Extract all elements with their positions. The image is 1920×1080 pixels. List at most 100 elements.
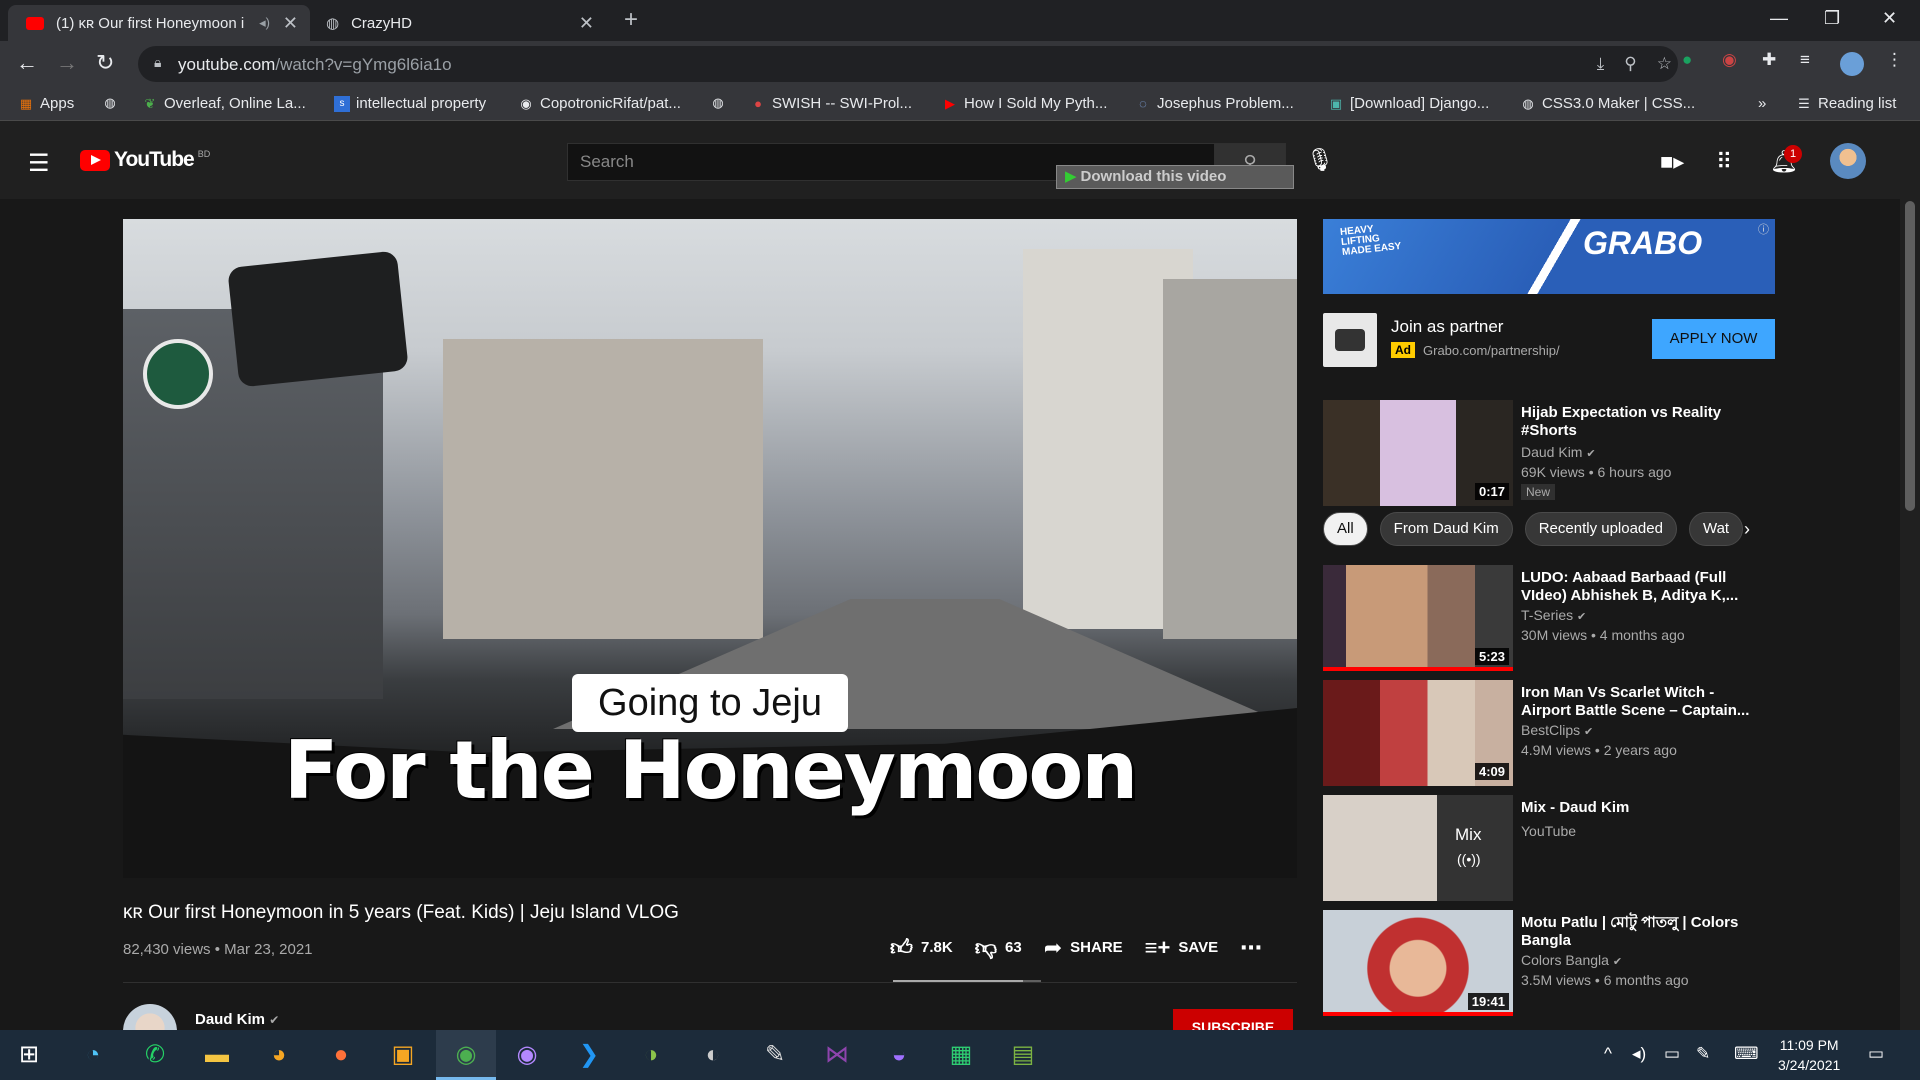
youtube-logo[interactable]: YouTube BD <box>80 148 210 172</box>
bookmark-css[interactable]: ◍ CSS3.0 Maker | CSS... <box>1520 95 1695 112</box>
close-tab-icon[interactable]: ✕ <box>579 13 594 34</box>
app-icon[interactable]: ◕ <box>262 1039 296 1071</box>
video-player[interactable]: Going to Jeju For the Honeymoon <box>123 219 1297 878</box>
media-control-icon[interactable]: ≡ <box>1800 50 1810 70</box>
like-button[interactable]: 👍︎ 7.8K <box>890 934 953 961</box>
dislike-button[interactable]: 👎︎ 63 <box>975 934 1022 961</box>
install-icon[interactable]: ⤓ <box>1597 54 1605 74</box>
tab-crazyhd[interactable]: ◍ CrazyHD ✕ <box>316 5 606 41</box>
create-video-icon[interactable]: ■▸ <box>1660 149 1684 175</box>
bookmark-globe[interactable]: ◍ <box>102 95 118 111</box>
verified-icon: ✔ <box>1584 726 1594 738</box>
bookmark-github[interactable]: ◉ CopotronicRifat/pat... <box>518 95 681 112</box>
firefox-icon[interactable]: ● <box>324 1039 358 1071</box>
zoom-icon[interactable]: ⚲ <box>1624 54 1636 74</box>
recommended-mix[interactable]: Mix ((•)) Mix - Daud Kim YouTube <box>1323 795 1775 901</box>
address-bar[interactable]: 🔒︎ youtube.com/watch?v=gYmg6l6ia1o ⤓ ⚲ ☆ <box>138 46 1678 82</box>
chip-from-channel[interactable]: From Daud Kim <box>1379 512 1513 546</box>
bookmark-globe2[interactable]: ◍ <box>710 95 726 111</box>
extensions-puzzle-icon[interactable]: ✚ <box>1762 50 1776 70</box>
bookmark-django[interactable]: ▣ [Download] Django... <box>1328 95 1489 112</box>
recommended-video[interactable]: 5:23 LUDO: Aabaad Barbaad (Full VIdeo) A… <box>1323 565 1775 671</box>
bookmark-swish[interactable]: ● SWISH -- SWI-Prol... <box>750 95 912 112</box>
ad-info-icon[interactable]: ⓘ <box>1758 221 1769 237</box>
more-actions-button[interactable]: ⋯ <box>1240 935 1262 961</box>
hamburger-menu-icon[interactable]: ☰ <box>28 149 50 178</box>
taskbar-clock[interactable]: 11:09 PM 3/24/2021 <box>1778 1035 1840 1075</box>
keyboard-icon[interactable]: ⌨ <box>1734 1044 1759 1064</box>
recommended-video[interactable]: 4:09 Iron Man Vs Scarlet Witch - Airport… <box>1323 680 1775 786</box>
app-icon[interactable]: ▣ <box>386 1039 420 1071</box>
bookmark-josephus[interactable]: ◌ Josephus Problem... <box>1135 95 1294 112</box>
whatsapp-icon[interactable]: ✆ <box>138 1039 172 1071</box>
ad-card[interactable]: Join as partner Ad Grabo.com/partnership… <box>1323 313 1775 369</box>
app-icon[interactable]: ◑ <box>634 1039 668 1071</box>
rec-views: 4.9M views • 2 years ago <box>1521 742 1677 758</box>
back-icon[interactable]: ← <box>16 50 38 76</box>
apps-grid-icon[interactable]: ⠿ <box>1716 149 1732 175</box>
recommended-video[interactable]: 19:41 Motu Patlu | মোটু পাতলু | Colors B… <box>1323 910 1775 1016</box>
lock-icon[interactable]: 🔒︎ <box>154 54 161 71</box>
url-text[interactable]: youtube.com/watch?v=gYmg6l6ia1o <box>178 55 452 75</box>
ad-thumbnail <box>1323 313 1377 367</box>
bookmark-star-icon[interactable]: ☆ <box>1657 54 1672 74</box>
restore-icon[interactable]: ❐ <box>1824 8 1840 29</box>
file-explorer-icon[interactable]: ▬ <box>200 1039 234 1071</box>
app-icon[interactable]: ▤ <box>1006 1039 1040 1071</box>
doc-icon: s <box>334 95 350 112</box>
messenger-icon[interactable]: ◒ <box>882 1039 916 1071</box>
pycharm-icon[interactable]: ▦ <box>944 1039 978 1071</box>
bookmarks-overflow[interactable]: » <box>1758 95 1766 112</box>
subscribe-button[interactable]: SUBSCRIBE <box>1173 1009 1293 1030</box>
network-icon[interactable]: ▭ <box>1664 1044 1680 1064</box>
audio-icon[interactable]: ◂) <box>259 15 270 31</box>
bookmark-ip[interactable]: s intellectual property <box>334 95 486 112</box>
extension-icon[interactable]: ◉ <box>1722 50 1737 70</box>
pen-icon[interactable]: ✎ <box>1696 1044 1710 1064</box>
bookmark-youtube[interactable]: ▶ How I Sold My Pyth... <box>942 95 1107 112</box>
share-button[interactable]: ➦ SHARE <box>1044 935 1123 961</box>
microphone-icon[interactable]: 🎙︎ <box>1306 147 1334 173</box>
playlist-add-icon: ≡+ <box>1144 934 1171 960</box>
windows-start-icon[interactable]: ⊞ <box>12 1039 46 1071</box>
recommended-video[interactable]: 0:17 Hijab Expectation vs Reality #Short… <box>1323 400 1775 506</box>
github-desktop-icon[interactable]: ◉ <box>510 1039 544 1071</box>
app-icon[interactable]: ◐ <box>696 1039 730 1071</box>
bookmark-apps[interactable]: ▦ Apps <box>18 95 74 112</box>
vscode-icon[interactable]: ❯ <box>572 1039 606 1071</box>
tab-youtube[interactable]: (1) ĸʀ Our first Honeymoon i ◂) ✕ <box>8 5 310 41</box>
download-video-button[interactable]: ▶ Download this video <box>1056 165 1294 189</box>
chip-watched[interactable]: Wat <box>1688 512 1744 546</box>
visual-studio-icon[interactable]: ⋈ <box>820 1039 854 1071</box>
reading-list[interactable]: ☰ Reading list <box>1796 95 1896 112</box>
close-window-icon[interactable]: ✕ <box>1882 8 1897 29</box>
account-avatar[interactable] <box>1830 143 1866 179</box>
chevron-right-icon[interactable]: › <box>1744 519 1750 540</box>
bookmark-overleaf[interactable]: ❦ Overleaf, Online La... <box>142 95 306 112</box>
save-button[interactable]: ≡+ SAVE <box>1145 935 1218 961</box>
apply-now-button[interactable]: APPLY NOW <box>1652 319 1775 359</box>
ad-banner[interactable]: HEAVY LIFTING MADE EASY GRABO ⓘ <box>1323 219 1775 294</box>
grammarly-icon[interactable]: ● <box>1682 50 1692 70</box>
app-icon[interactable]: ✎ <box>758 1039 792 1071</box>
chip-all[interactable]: All <box>1323 512 1368 546</box>
notification-center-icon[interactable]: ▭ <box>1868 1044 1884 1064</box>
chrome-icon[interactable]: ◉ <box>449 1039 483 1071</box>
forward-icon[interactable]: → <box>56 50 78 76</box>
chip-recently-uploaded[interactable]: Recently uploaded <box>1524 512 1677 546</box>
app-icon[interactable]: ◔ <box>76 1039 110 1071</box>
profile-avatar[interactable] <box>1840 52 1864 76</box>
channel-name[interactable]: Daud Kim ✔ <box>195 1011 279 1028</box>
page-scrollbar[interactable] <box>1900 199 1920 1030</box>
channel-avatar[interactable] <box>123 1004 177 1030</box>
chevron-up-icon[interactable]: ^ <box>1604 1044 1612 1064</box>
new-tab-icon[interactable]: + <box>624 6 638 34</box>
minimize-icon[interactable]: — <box>1770 8 1788 29</box>
volume-icon[interactable]: ◂) <box>1632 1044 1646 1064</box>
reload-icon[interactable]: ↻ <box>96 50 114 76</box>
download-play-icon: ▶ <box>1065 168 1077 185</box>
globe-icon: ◍ <box>104 95 116 110</box>
menu-kebab-icon[interactable]: ⋮ <box>1886 50 1903 70</box>
scrollbar-thumb[interactable] <box>1905 201 1915 511</box>
close-tab-icon[interactable]: ✕ <box>283 13 298 34</box>
